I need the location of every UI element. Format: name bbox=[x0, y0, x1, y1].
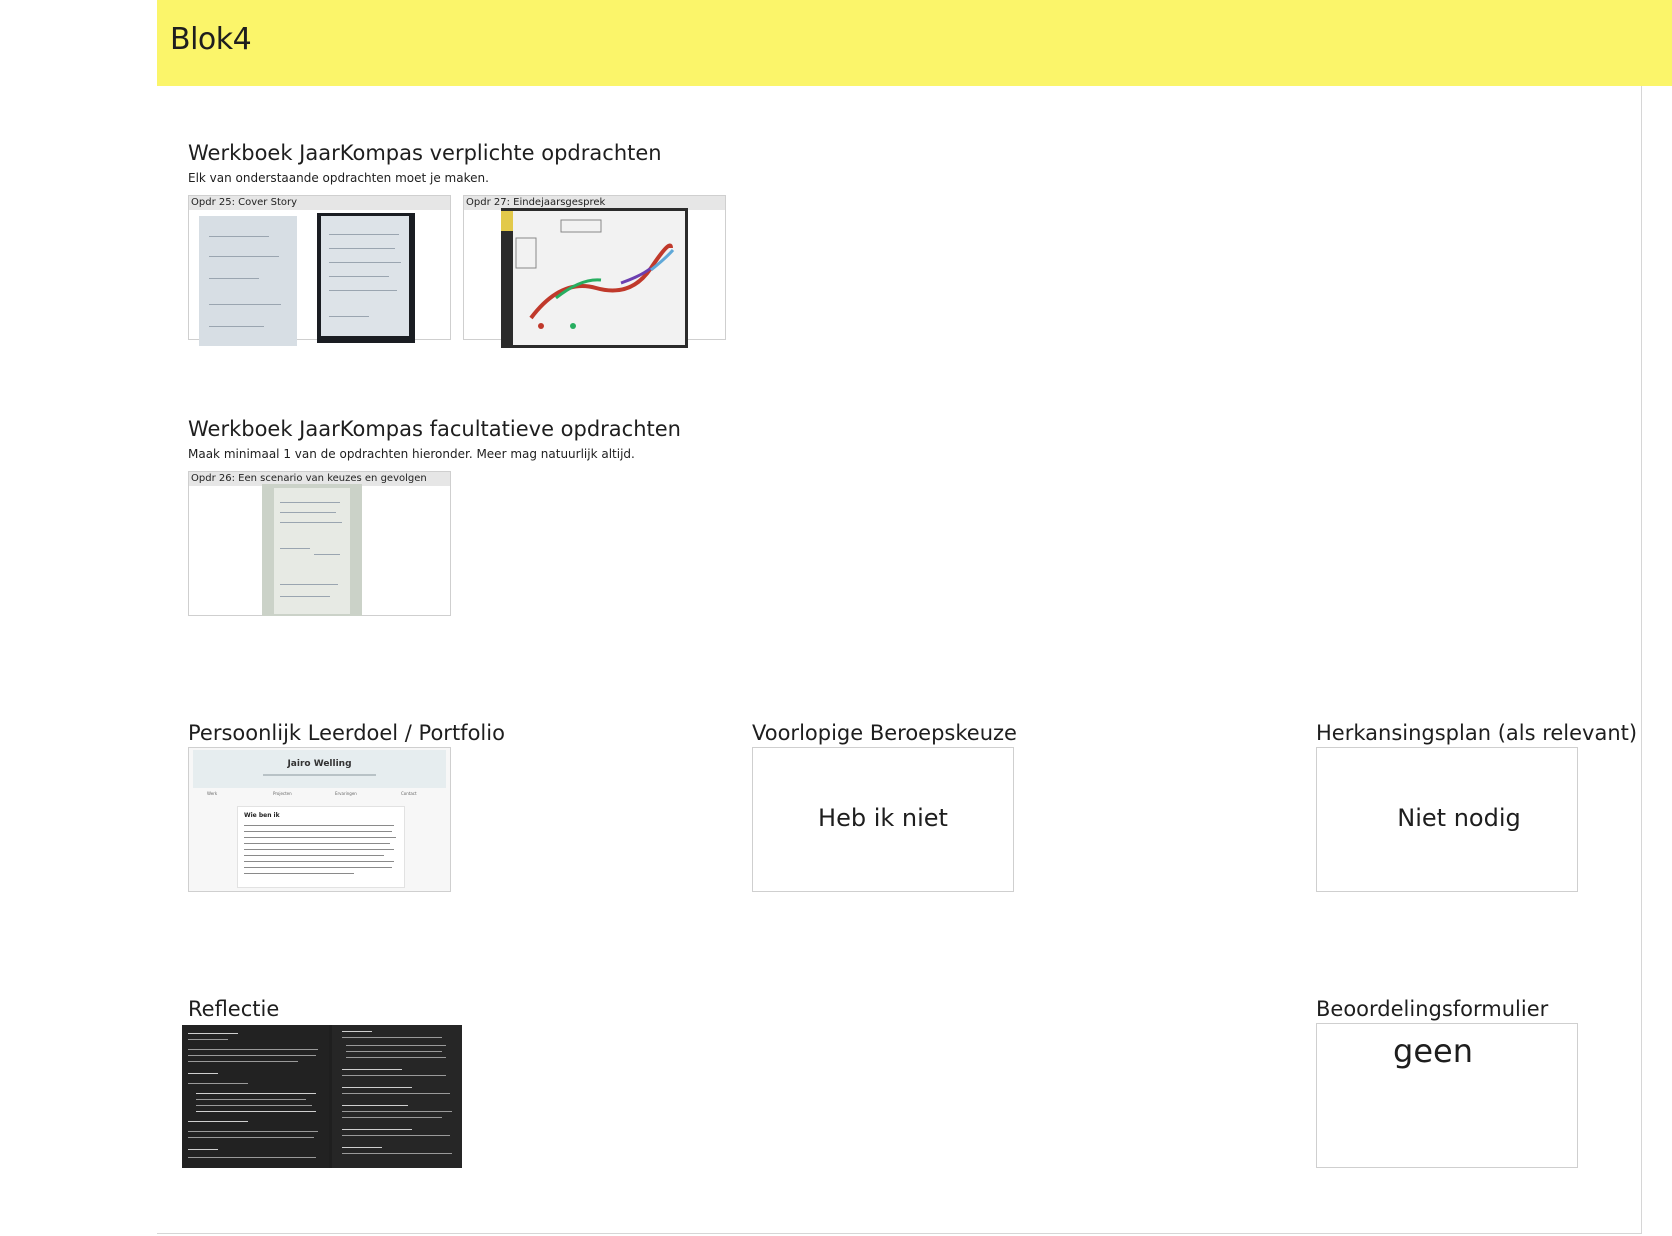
header-bar: Blok4 bbox=[157, 0, 1672, 86]
facultatief-subtitle: Maak minimaal 1 van de opdrachten hieron… bbox=[188, 447, 635, 461]
herkansing-title: Herkansingsplan (als relevant) bbox=[1316, 721, 1638, 745]
reflectie-title: Reflectie bbox=[188, 997, 280, 1021]
opdracht-27-card[interactable]: Opdr 27: Eindejaarsgesprek bbox=[463, 195, 726, 348]
portfolio-nav-item: Projecten bbox=[273, 791, 292, 796]
opdracht-26-card[interactable]: Opdr 26: Een scenario van keuzes en gevo… bbox=[188, 471, 451, 616]
beoordeling-card[interactable]: geen bbox=[1316, 1023, 1578, 1168]
portfolio-about-card: Wie ben ik bbox=[237, 806, 405, 888]
facultatief-title: Werkboek JaarKompas facultatieve opdrach… bbox=[188, 417, 681, 441]
portfolio-name: Jairo Welling bbox=[287, 759, 352, 769]
beroepskeuze-card[interactable]: Heb ik niet bbox=[752, 747, 1014, 892]
scenario-photo bbox=[262, 484, 362, 616]
portfolio-nav-item: Ervaringen bbox=[335, 791, 357, 796]
board-title: Blok4 bbox=[170, 22, 252, 57]
reflectie-document-preview[interactable] bbox=[182, 1025, 462, 1168]
portfolio-card[interactable]: Jairo Welling Werk Projecten Ervaringen … bbox=[188, 747, 451, 892]
beoordeling-value: geen bbox=[1393, 1032, 1473, 1070]
opdracht-25-label: Opdr 25: Cover Story bbox=[189, 196, 450, 210]
eindejaarsgesprek-photo bbox=[501, 208, 688, 348]
verplicht-title: Werkboek JaarKompas verplichte opdrachte… bbox=[188, 141, 662, 165]
herkansing-card[interactable]: Niet nodig bbox=[1316, 747, 1578, 892]
beoordeling-title: Beoordelingsformulier bbox=[1316, 997, 1549, 1021]
portfolio-header: Jairo Welling bbox=[193, 750, 446, 788]
cover-story-photo-2 bbox=[317, 213, 415, 343]
portfolio-nav: Werk Projecten Ervaringen Contact bbox=[193, 788, 446, 800]
leerdoel-title: Persoonlijk Leerdoel / Portfolio bbox=[188, 721, 505, 745]
portfolio-nav-item: Werk bbox=[207, 791, 218, 796]
portfolio-about-heading: Wie ben ik bbox=[244, 812, 280, 819]
portfolio-nav-item: Contact bbox=[401, 791, 417, 796]
herkansing-value: Niet nodig bbox=[1397, 804, 1521, 832]
verplicht-subtitle: Elk van onderstaande opdrachten moet je … bbox=[188, 171, 489, 185]
cover-story-photo-1 bbox=[199, 216, 297, 346]
beroepskeuze-value: Heb ik niet bbox=[818, 804, 948, 832]
beroepskeuze-title: Voorlopige Beroepskeuze bbox=[752, 721, 1017, 745]
opdracht-25-card[interactable]: Opdr 25: Cover Story bbox=[188, 195, 451, 346]
